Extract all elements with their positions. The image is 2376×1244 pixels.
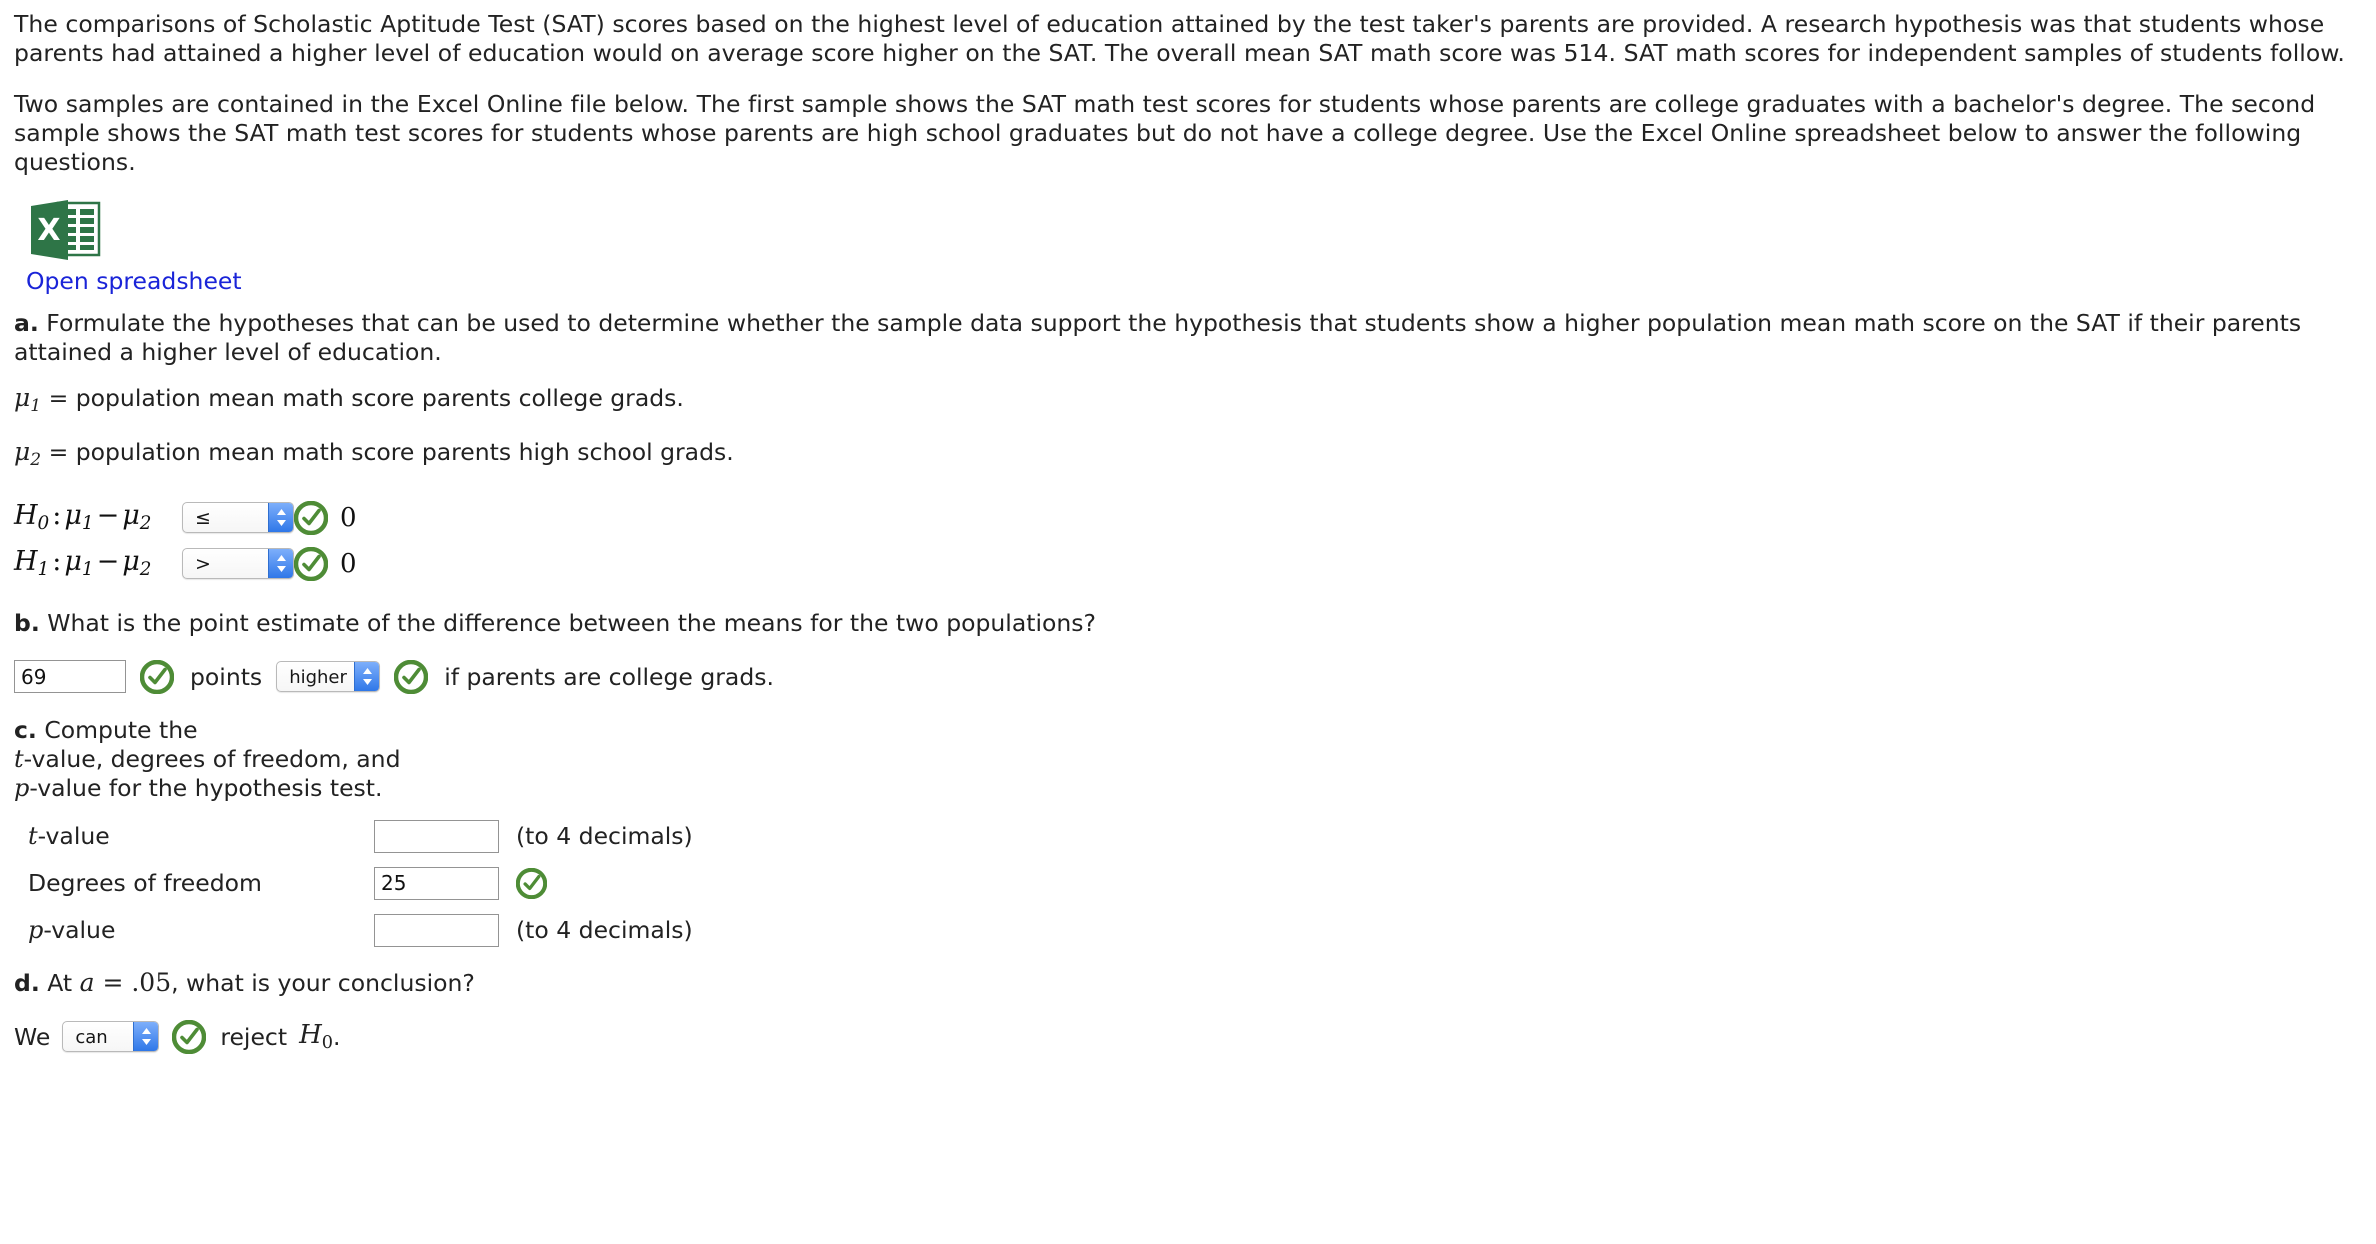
degrees-of-freedom-label: Degrees of freedom bbox=[28, 869, 262, 897]
equals-symbol: = bbox=[94, 967, 132, 997]
part-a-marker: a. bbox=[14, 309, 39, 337]
part-c-marker: c. bbox=[14, 715, 37, 744]
part-d-prompt: d. At a = .05, what is your conclusion? bbox=[14, 968, 2362, 998]
part-b-marker: b. bbox=[14, 608, 40, 637]
reject-label: reject bbox=[220, 1022, 288, 1051]
part-b-answer-row: points higher if parents are college gra… bbox=[14, 659, 2362, 694]
t-symbol: t bbox=[14, 744, 24, 773]
correct-check-icon bbox=[394, 659, 429, 694]
p-value-input[interactable] bbox=[374, 913, 499, 947]
null-hypothesis-symbol: H0 bbox=[299, 1020, 333, 1053]
part-a-prompt: a. Formulate the hypotheses that can be … bbox=[14, 309, 2362, 367]
part-c-prompt: c. Compute the t-value, degrees of freed… bbox=[14, 716, 2362, 803]
significance-level: .05 bbox=[131, 967, 172, 997]
part-c-prompt-line2: t-value, degrees of freedom, and bbox=[14, 745, 2362, 774]
part-d-marker: d. bbox=[14, 968, 40, 997]
t-value-label: t-value bbox=[28, 822, 110, 850]
part-b-trailing-text: if parents are college grads. bbox=[444, 662, 774, 691]
t-value-input[interactable] bbox=[374, 819, 499, 853]
mu1-symbol: μ1 bbox=[14, 383, 42, 416]
chevron-updown-icon[interactable] bbox=[354, 662, 380, 691]
direction-select[interactable]: higher bbox=[276, 661, 381, 692]
part-d-answer-row: We can reject H0. bbox=[14, 1019, 2362, 1054]
chevron-updown-icon[interactable] bbox=[268, 503, 293, 532]
correct-check-icon bbox=[516, 867, 547, 899]
svg-text:X: X bbox=[37, 213, 60, 248]
point-estimate-input[interactable] bbox=[14, 660, 126, 693]
part-c-line1-text: Compute the bbox=[44, 715, 198, 744]
correct-check-icon bbox=[140, 659, 174, 694]
part-c-values-table: t-value (to 4 decimals) Degrees of freed… bbox=[14, 813, 693, 954]
null-hypothesis-operator-select[interactable]: ≤ bbox=[182, 502, 294, 533]
part-c-prompt-line1: c. Compute the bbox=[14, 716, 2362, 745]
p-value-label: p-value bbox=[28, 916, 116, 944]
correct-check-icon bbox=[294, 500, 328, 535]
mu2-text: = population mean math score parents hig… bbox=[48, 437, 734, 466]
conclusion-select[interactable]: can bbox=[62, 1021, 160, 1052]
t-value-note: (to 4 decimals) bbox=[516, 822, 693, 850]
null-hypothesis-value: 0 bbox=[340, 502, 357, 533]
mu1-definition: μ1 = population mean math score parents … bbox=[14, 383, 2362, 421]
part-b-prompt: b. What is the point estimate of the dif… bbox=[14, 609, 2362, 638]
hypothesis-alternative-label: H1: μ1− μ2 bbox=[14, 546, 152, 581]
intro-paragraph-2: Two samples are contained in the Excel O… bbox=[14, 90, 2316, 176]
table-row: Degrees of freedom bbox=[14, 860, 693, 907]
points-label: points bbox=[190, 662, 263, 691]
part-c-prompt-line3: p-value for the hypothesis test. bbox=[14, 774, 2362, 803]
period: . bbox=[333, 1022, 341, 1051]
open-spreadsheet-link[interactable]: Open spreadsheet bbox=[26, 267, 242, 295]
alternative-hypothesis-value: 0 bbox=[340, 548, 357, 579]
part-b-prompt-text: What is the point estimate of the differ… bbox=[47, 608, 1096, 637]
p-symbol: p bbox=[28, 916, 44, 944]
we-label: We bbox=[14, 1022, 51, 1051]
part-c-line3-text: -value for the hypothesis test. bbox=[29, 773, 383, 802]
hypothesis-row-alternative: H1: μ1− μ2 > 0 bbox=[14, 545, 2362, 583]
table-row: t-value (to 4 decimals) bbox=[14, 813, 693, 860]
degrees-of-freedom-input[interactable] bbox=[374, 866, 499, 900]
correct-check-icon bbox=[294, 546, 328, 581]
intro-paragraph-1: The comparisons of Scholastic Aptitude T… bbox=[14, 10, 2345, 67]
part-c-line2-text: -value, degrees of freedom, and bbox=[23, 744, 401, 773]
p-symbol: p bbox=[14, 773, 30, 802]
alternative-hypothesis-operator-select[interactable]: > bbox=[182, 548, 294, 579]
alpha-symbol: a bbox=[79, 967, 95, 997]
part-a-prompt-text: Formulate the hypotheses that can be use… bbox=[14, 309, 2302, 366]
chevron-updown-icon[interactable] bbox=[133, 1022, 159, 1051]
part-d-post-text: , what is your conclusion? bbox=[171, 968, 475, 997]
part-d-pre-text: At bbox=[47, 968, 80, 997]
excel-icon[interactable]: X bbox=[28, 199, 102, 261]
table-row: p-value (to 4 decimals) bbox=[14, 907, 693, 954]
mu2-symbol: μ2 bbox=[14, 436, 42, 470]
hypothesis-null-label: H0: μ1− μ2 bbox=[14, 500, 152, 535]
mu2-definition: μ2 = population mean math score parents … bbox=[14, 437, 2362, 475]
t-symbol: t bbox=[28, 822, 38, 850]
hypothesis-row-null: H0: μ1− μ2 ≤ 0 bbox=[14, 499, 2362, 537]
mu1-text: = population mean math score parents col… bbox=[48, 384, 684, 412]
correct-check-icon bbox=[172, 1019, 207, 1054]
chevron-updown-icon[interactable] bbox=[268, 549, 293, 578]
spreadsheet-block: X Open spreadsheet bbox=[14, 199, 2362, 295]
p-value-note: (to 4 decimals) bbox=[516, 916, 693, 944]
worksheet-page: The comparisons of Scholastic Aptitude T… bbox=[0, 0, 2376, 1054]
